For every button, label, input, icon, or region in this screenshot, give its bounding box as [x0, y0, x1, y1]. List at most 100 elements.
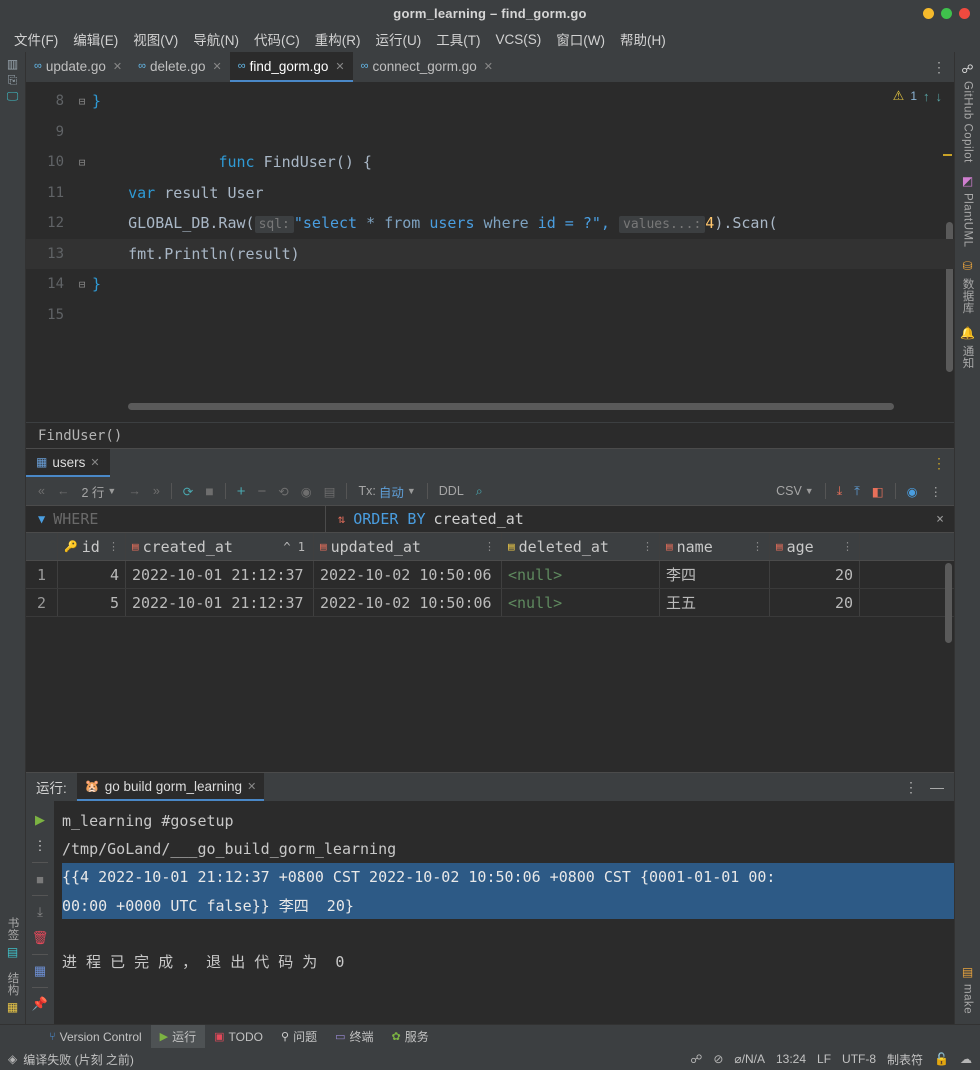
column-menu-icon[interactable]: ⋮ — [642, 540, 653, 553]
breadcrumb[interactable]: FindUser() — [26, 422, 954, 448]
cell-name[interactable]: 王五 — [660, 589, 770, 616]
menu-window[interactable]: 窗口(W) — [550, 26, 611, 52]
upload-icon[interactable]: ⤒ — [848, 484, 866, 499]
fold-marker-icon[interactable]: ⊟ — [72, 95, 92, 108]
menu-run[interactable]: 运行(U) — [370, 26, 428, 52]
bottom-tab-problems[interactable]: ⚲ 问题 — [272, 1025, 326, 1048]
menu-tools[interactable]: 工具(T) — [430, 26, 486, 52]
trash-icon[interactable]: 🗑 — [32, 925, 49, 951]
sidebar-item-structure[interactable]: 结构 ▦ — [5, 968, 21, 1019]
column-header-deleted-at[interactable]: ▤ deleted_at ⋮ — [502, 533, 660, 560]
cell-id[interactable]: 5 — [58, 589, 126, 616]
project-icon[interactable]: ▥ — [7, 58, 18, 70]
close-icon[interactable]: ✕ — [247, 780, 256, 793]
download-icon[interactable]: ⤓ — [831, 484, 849, 499]
tab-overflow-icon[interactable]: ⋮ — [924, 52, 954, 82]
status-line-separator[interactable]: LF — [817, 1052, 831, 1066]
table-row[interactable]: 1 4 2022-10-01 21:12:37 2022-10-02 10:50… — [26, 561, 954, 589]
column-header-created-at[interactable]: ▤ created_at ^ 1 — [126, 533, 314, 560]
export-format-selector[interactable]: CSV ▼ — [770, 484, 820, 498]
cell-deleted-at[interactable]: <null> — [502, 589, 660, 616]
maximize-button[interactable] — [941, 7, 952, 19]
column-header-id[interactable]: 🔑 id ⋮ — [58, 533, 126, 560]
layout-icon[interactable]: ▦ — [34, 958, 46, 984]
bottom-tab-services[interactable]: ✿ 服务 — [383, 1025, 438, 1048]
cell-updated-at[interactable]: 2022-10-02 10:50:06 — [314, 589, 502, 616]
close-button[interactable] — [959, 7, 970, 19]
menu-help[interactable]: 帮助(H) — [614, 26, 672, 52]
db-tab-options-icon[interactable]: ⋮ — [924, 449, 954, 477]
column-menu-icon[interactable]: ⋮ — [484, 540, 495, 553]
sidebar-item-github-copilot[interactable]: ☍ GitHub Copilot — [961, 58, 975, 166]
cloud-icon[interactable]: ☁ — [960, 1052, 972, 1066]
cell-age[interactable]: 20 — [770, 561, 860, 588]
commit-icon[interactable]: ▤ — [318, 484, 342, 499]
run-config-tab[interactable]: 🐹 go build gorm_learning ✕ — [76, 773, 265, 801]
scroll-to-end-icon[interactable]: ⤓ — [37, 899, 43, 925]
column-menu-icon[interactable]: ⋮ — [752, 540, 763, 553]
minimize-panel-icon[interactable]: — — [930, 779, 944, 795]
pin-icon[interactable]: 📌 — [32, 991, 48, 1017]
cell-deleted-at[interactable]: <null> — [502, 561, 660, 588]
status-indent[interactable]: 制表符 — [887, 1051, 923, 1068]
menu-code[interactable]: 代码(C) — [248, 26, 306, 52]
close-icon[interactable]: ✕ — [335, 60, 344, 73]
sidebar-item-database[interactable]: ⛁ 数据库 — [960, 255, 976, 318]
close-icon[interactable]: ✕ — [113, 60, 122, 73]
column-header-updated-at[interactable]: ▤ updated_at ⋮ — [314, 533, 502, 560]
where-filter-input[interactable]: ▼ WHERE — [26, 506, 326, 532]
stop-icon[interactable]: ■ — [199, 483, 219, 499]
menu-vcs[interactable]: VCS(S) — [490, 29, 548, 50]
column-menu-icon[interactable]: ⋮ — [108, 540, 119, 553]
code-editor[interactable]: ⚠ 1 ↑ ↓ 8 ⊟ } 9 10 ⊟ func FindUser() {1… — [26, 82, 954, 422]
copilot-status-icon[interactable]: ☍ — [690, 1052, 702, 1066]
menu-navigate[interactable]: 导航(N) — [187, 26, 245, 52]
bottom-tab-todo[interactable]: ▣ TODO — [205, 1025, 272, 1048]
close-filter-icon[interactable]: × — [926, 512, 954, 527]
cell-created-at[interactable]: 2022-10-01 21:12:37 — [126, 561, 314, 588]
menu-edit[interactable]: 编辑(E) — [67, 26, 124, 52]
bottom-tab-run[interactable]: ▶ 运行 — [150, 1025, 206, 1048]
status-memory[interactable]: ⌀/N/A — [734, 1052, 765, 1066]
cell-id[interactable]: 4 — [58, 561, 126, 588]
db-tab-users[interactable]: ▦ users ✕ — [26, 449, 110, 477]
run-config-icon[interactable]: 🖵 — [7, 90, 19, 102]
status-message[interactable]: 编译失败 (片刻 之前) — [23, 1051, 134, 1068]
bottom-tab-terminal[interactable]: ▭ 终端 — [326, 1025, 382, 1048]
compare-icon[interactable]: ◧ — [866, 484, 890, 499]
next-page-button[interactable]: → — [122, 484, 147, 498]
tab-delete-go[interactable]: ∞ delete.go ✕ — [130, 52, 230, 82]
rerun-icon[interactable]: ▶ — [35, 807, 45, 833]
delete-row-button[interactable]: − — [251, 483, 272, 500]
sidebar-item-bookmarks[interactable]: 书签 ▤ — [5, 913, 21, 964]
status-encoding[interactable]: UTF-8 — [842, 1052, 876, 1066]
fold-marker-icon[interactable]: ⊟ — [72, 278, 92, 291]
grid-vertical-scrollbar[interactable] — [945, 563, 952, 643]
commit-icon[interactable]: ⎘ — [8, 74, 18, 86]
sidebar-item-plantuml[interactable]: ◩ PlantUML — [961, 170, 975, 251]
stop-icon[interactable]: ■ — [36, 866, 44, 892]
minimize-button[interactable] — [923, 7, 934, 19]
tab-find-gorm-go[interactable]: ∞ find_gorm.go ✕ — [229, 52, 353, 82]
close-icon[interactable]: ✕ — [213, 60, 222, 73]
menu-view[interactable]: 视图(V) — [127, 26, 184, 52]
menu-refactor[interactable]: 重构(R) — [309, 26, 367, 52]
reload-icon[interactable]: ⟳ — [177, 484, 199, 499]
fold-marker-icon[interactable]: ⊟ — [72, 156, 92, 169]
sidebar-item-make[interactable]: ▤ make — [961, 961, 975, 1018]
menu-file[interactable]: 文件(F) — [8, 26, 64, 52]
table-row[interactable]: 2 5 2022-10-01 21:12:37 2022-10-02 10:50… — [26, 589, 954, 617]
column-header-name[interactable]: ▤ name ⋮ — [660, 533, 770, 560]
cell-name[interactable]: 李四 — [660, 561, 770, 588]
more-icon[interactable]: ⋮ — [924, 484, 949, 499]
close-icon[interactable]: ✕ — [484, 60, 493, 73]
more-icon[interactable]: ⋮ — [34, 833, 47, 859]
results-grid[interactable]: 🔑 id ⋮ ▤ created_at ^ 1 ▤ updated_at ⋮ ▤… — [26, 533, 954, 772]
ddl-button[interactable]: DDL — [433, 484, 470, 498]
first-page-button[interactable]: « — [32, 484, 51, 498]
bottom-tab-version-control[interactable]: ⑂ Version Control — [40, 1025, 151, 1048]
order-by-input[interactable]: ⇅ ORDER BY created_at — [326, 506, 926, 532]
lock-icon[interactable]: 🔓 — [934, 1052, 949, 1066]
tab-update-go[interactable]: ∞ update.go ✕ — [26, 52, 130, 82]
cell-age[interactable]: 20 — [770, 589, 860, 616]
